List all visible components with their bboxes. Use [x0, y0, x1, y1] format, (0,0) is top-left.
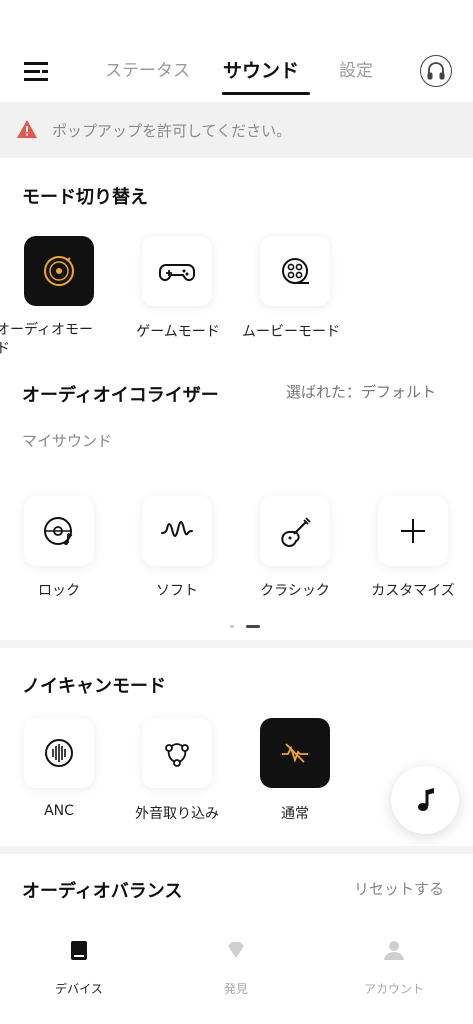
preset-soft-label: ソフト [156, 583, 198, 599]
warning-icon [17, 120, 37, 138]
page-dot-active [246, 625, 260, 628]
ambient-nodes-icon [165, 743, 189, 767]
preset-customize-button[interactable] [378, 496, 448, 566]
preset-rock-button[interactable] [24, 496, 94, 566]
profile-button[interactable] [420, 55, 452, 87]
top-header: ステータス サウンド 設定 [0, 0, 473, 102]
preset-page-indicator[interactable] [228, 624, 268, 630]
music-player-fab[interactable] [391, 766, 459, 834]
mode-section-title: モード切り替え [22, 187, 148, 208]
movie-mode-label: ムービーモード [242, 324, 340, 340]
nav-discover-label: 発見 [223, 982, 248, 996]
anc-button[interactable] [24, 718, 94, 788]
film-reel-icon [282, 258, 309, 284]
tab-status[interactable]: ステータス [105, 56, 190, 81]
soft-wave-icon [161, 521, 193, 537]
audio-mode-label: オーディオモード [0, 322, 94, 357]
normal-off-icon [282, 743, 308, 763]
person-icon [384, 941, 404, 960]
plus-icon [401, 519, 425, 543]
preset-classic-label: クラシック [260, 583, 330, 599]
balance-reset-button[interactable]: リセットする [354, 878, 444, 899]
bottom-navigation: デバイス 発見 アカウント [0, 920, 473, 1024]
audio-mode-button[interactable] [24, 236, 94, 306]
balance-section-title: オーディオバランス [22, 881, 183, 902]
equalizer-selected-text[interactable]: 選ばれた：デフォルト [286, 381, 436, 402]
nav-device-label: デバイス [55, 982, 103, 996]
noise-mode-section-title: ノイキャンモード [22, 676, 166, 697]
nav-account[interactable]: アカウント [344, 940, 444, 1000]
active-tab-indicator [222, 92, 310, 95]
guitar-icon [281, 517, 311, 547]
preset-customize-label: カスタマイズ [371, 583, 455, 599]
section-divider [0, 846, 473, 854]
device-icon [71, 941, 87, 960]
popup-permission-alert[interactable]: ポップアップを許可してください。 [0, 102, 473, 158]
ambient-button[interactable] [142, 718, 212, 788]
vinyl-disc-icon [44, 256, 74, 286]
gamepad-icon [159, 264, 195, 281]
tab-settings[interactable]: 設定 [339, 56, 373, 81]
music-note-icon [418, 788, 434, 811]
tab-sound[interactable]: サウンド [223, 56, 299, 83]
game-mode-button[interactable] [142, 236, 212, 306]
normal-mode-label: 通常 [281, 806, 309, 822]
headphones-icon [427, 62, 445, 80]
diamond-icon [228, 942, 244, 958]
preset-rock-label: ロック [38, 583, 80, 599]
ambient-label: 外音取り込み [135, 806, 219, 822]
anc-waveform-icon [45, 739, 73, 767]
nav-account-label: アカウント [363, 982, 424, 996]
anc-label: ANC [44, 803, 74, 819]
menu-button[interactable] [22, 58, 52, 84]
preset-soft-button[interactable] [142, 496, 212, 566]
alert-message: ポップアップを許可してください。 [52, 122, 292, 140]
my-sound-heading: マイサウンド [22, 432, 113, 450]
nav-device[interactable]: デバイス [29, 940, 129, 1000]
game-mode-label: ゲームモード [136, 324, 220, 340]
page-dot [230, 625, 234, 628]
menu-icon [24, 62, 48, 81]
rock-disc-icon [44, 517, 73, 545]
section-divider [0, 640, 473, 648]
normal-mode-button[interactable] [260, 718, 330, 788]
movie-mode-button[interactable] [260, 236, 330, 306]
preset-classic-button[interactable] [260, 496, 330, 566]
equalizer-section-title: オーディオイコライザー [22, 385, 219, 406]
nav-discover[interactable]: 発見 [186, 940, 286, 1000]
